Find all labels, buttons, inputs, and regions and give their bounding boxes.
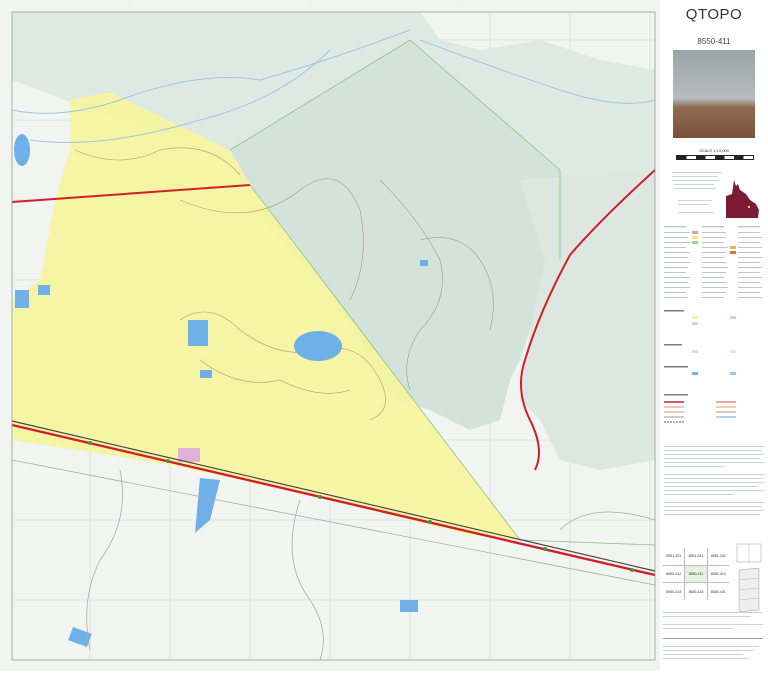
text-line [663,658,749,659]
scale-bar [676,155,754,160]
grid-tick: · [310,5,312,9]
dam [188,320,208,346]
text-line [663,654,743,655]
queensland-map-icon [726,180,759,218]
index-cell[interactable]: 8550-412 [663,565,685,583]
brand-title: QTOPO [685,6,743,23]
index-cell[interactable]: 8550-432 [685,583,707,600]
folding-diagram [736,543,762,613]
dam [38,285,50,295]
text-line [678,200,712,201]
scale-label: SCALE 1:10,000 [699,148,729,153]
index-cell[interactable]: 8551-333 [663,548,685,565]
text-line [663,624,763,625]
dam [14,134,30,166]
index-cell[interactable]: 8551-341 [685,548,707,565]
map-canvas [0,0,660,671]
text-line [672,172,722,173]
index-cell[interactable]: 8550-414 [707,565,729,583]
text-line [678,212,714,213]
text-line [678,204,708,205]
topographic-map[interactable]: · · · [0,0,660,671]
text-line [674,184,714,185]
legend [664,226,764,515]
text-line [663,612,763,613]
dam [15,290,29,308]
dam [400,600,418,612]
grid-tick: · [460,5,462,9]
grid-tick: · [130,5,132,9]
sheet-number: 8550-411 [697,37,731,46]
index-cell[interactable]: 8550-431 [707,583,729,600]
text-line [663,646,759,647]
index-cell-current[interactable]: 8550-411 [685,565,707,583]
text-line [663,616,751,617]
dam [420,260,428,266]
landscape-photo [673,50,755,138]
text-line [672,176,718,177]
adjoining-sheets-index: 8551-333 8551-341 8551-342 8550-412 8550… [663,548,729,600]
text-line [672,180,720,181]
text-line [663,650,753,651]
lake [294,331,342,361]
index-cell[interactable]: 8550-413 [663,583,685,600]
text-line [663,628,733,629]
index-cell[interactable]: 8551-342 [707,548,729,565]
dam [200,370,212,378]
text-line [674,188,716,189]
text-line [663,638,763,639]
map-sidebar: QTOPO 8550-411 SCALE 1:10,000 8551-333 8… [660,0,768,671]
